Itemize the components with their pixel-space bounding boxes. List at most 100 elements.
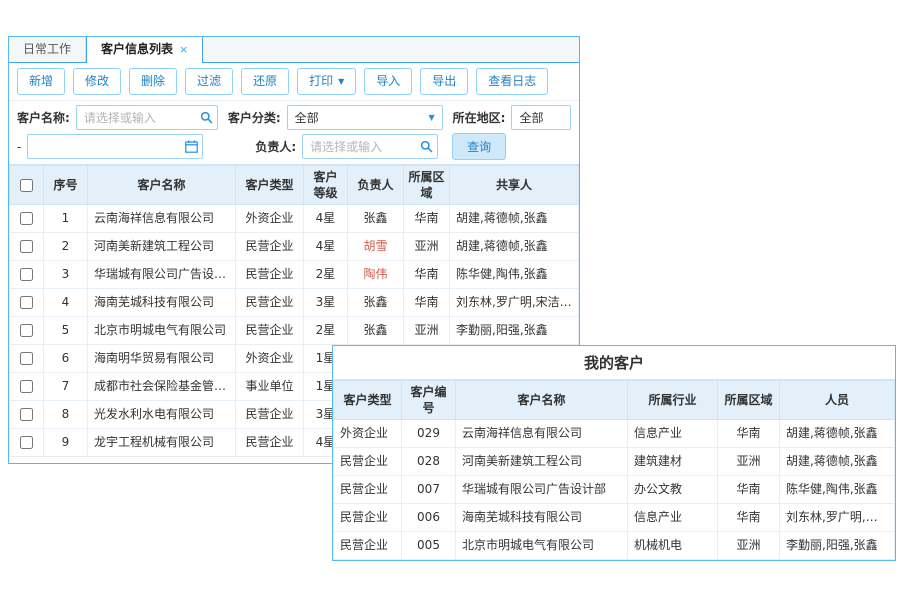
region-select[interactable]: 全部 <box>511 105 571 130</box>
customer-type-cell: 民营企业 <box>236 261 304 289</box>
query-button[interactable]: 查询 <box>452 133 506 160</box>
row-checkbox[interactable] <box>20 436 33 449</box>
row-select-cell <box>10 205 44 233</box>
import-button[interactable]: 导入 <box>364 68 412 95</box>
tab-customer-list[interactable]: 客户信息列表 × <box>86 37 203 63</box>
shared-people-cell: 李勤丽,阳强,张鑫 <box>450 317 579 345</box>
customer-name-link[interactable]: 华瑞城有限公司广告设计部 <box>88 261 236 289</box>
customer-type-cell: 外资企业 <box>334 420 402 448</box>
customer-name-link[interactable]: 光发水利水电有限公司 <box>88 401 236 429</box>
row-checkbox[interactable] <box>20 212 33 225</box>
my-customers-title: 我的客户 <box>333 346 895 380</box>
modify-button[interactable]: 修改 <box>73 68 121 95</box>
row-checkbox[interactable] <box>20 268 33 281</box>
customer-level-cell: 4星 <box>304 233 348 261</box>
search-icon[interactable] <box>420 140 433 153</box>
col-header-customer-code: 客户编号 <box>402 381 456 420</box>
row-checkbox[interactable] <box>20 352 33 365</box>
customer-name-link[interactable]: 河南美新建筑工程公司 <box>456 448 628 476</box>
owner-link[interactable]: 张鑫 <box>348 317 404 345</box>
row-checkbox[interactable] <box>20 240 33 253</box>
select-all-checkbox[interactable] <box>20 179 33 192</box>
category-select[interactable]: 全部 ▼ <box>287 105 443 130</box>
customer-code-link[interactable]: 028 <box>402 448 456 476</box>
calendar-icon[interactable] <box>185 140 198 153</box>
customer-name-link[interactable]: 北京市明城电气有限公司 <box>456 532 628 560</box>
owner-link[interactable]: 张鑫 <box>348 205 404 233</box>
filter-area: 客户名称: 客户分类: 全部 ▼ 所在地区: 全部 - 负责人: <box>9 101 579 165</box>
tab-daily-work[interactable]: 日常工作 <box>9 37 86 62</box>
category-label: 客户分类: <box>228 109 281 126</box>
shared-people-cell: 陈华健,陶伟,张鑫 <box>450 261 579 289</box>
customer-name-link[interactable]: 云南海祥信息有限公司 <box>456 420 628 448</box>
customer-name-link[interactable]: 河南美新建筑工程公司 <box>88 233 236 261</box>
region-select-value: 全部 <box>519 109 543 126</box>
button-label: 导入 <box>376 73 400 90</box>
export-button[interactable]: 导出 <box>420 68 468 95</box>
customer-code-link[interactable]: 007 <box>402 476 456 504</box>
region-cell: 亚洲 <box>718 532 780 560</box>
customer-name-link[interactable]: 海南明华贸易有限公司 <box>88 345 236 373</box>
row-checkbox[interactable] <box>20 324 33 337</box>
date-input-wrap <box>27 134 203 159</box>
row-checkbox[interactable] <box>20 296 33 309</box>
tab-customer-list-label: 客户信息列表 <box>101 42 173 56</box>
col-header-shared: 共享人 <box>450 166 579 205</box>
my-customers-table-body: 外资企业029云南海祥信息有限公司信息产业华南胡建,蒋德帧,张鑫民营企业028河… <box>334 420 895 560</box>
customer-type-cell: 外资企业 <box>236 205 304 233</box>
row-number-cell: 2 <box>44 233 88 261</box>
col-header-customer-name: 客户名称 <box>88 166 236 205</box>
customer-name-link[interactable]: 北京市明城电气有限公司 <box>88 317 236 345</box>
button-label: 修改 <box>85 73 109 90</box>
customer-name-link[interactable]: 海南芜城科技有限公司 <box>456 504 628 532</box>
customer-name-input[interactable] <box>76 105 218 130</box>
filter-row-1: 客户名称: 客户分类: 全部 ▼ 所在地区: 全部 <box>17 103 571 132</box>
customer-code-link[interactable]: 029 <box>402 420 456 448</box>
customer-type-cell: 民营企业 <box>334 476 402 504</box>
owner-link[interactable]: 胡雪 <box>348 233 404 261</box>
owner-link[interactable]: 张鑫 <box>348 289 404 317</box>
print-button[interactable]: 打印▼ <box>297 68 356 95</box>
customer-type-cell: 民营企业 <box>334 448 402 476</box>
search-icon[interactable] <box>200 111 213 124</box>
view-log-button[interactable]: 查看日志 <box>476 68 548 95</box>
customer-type-cell: 事业单位 <box>236 373 304 401</box>
people-cell: 李勤丽,阳强,张鑫 <box>780 532 895 560</box>
customer-code-link[interactable]: 006 <box>402 504 456 532</box>
date-input[interactable] <box>27 134 203 159</box>
col-header-owner: 负责人 <box>348 166 404 205</box>
customer-code-link[interactable]: 005 <box>402 532 456 560</box>
row-checkbox[interactable] <box>20 408 33 421</box>
industry-cell: 机械机电 <box>628 532 718 560</box>
filter-button[interactable]: 过滤 <box>185 68 233 95</box>
restore-button[interactable]: 还原 <box>241 68 289 95</box>
add-button[interactable]: 新增 <box>17 68 65 95</box>
table-row: 4海南芜城科技有限公司民营企业3星张鑫华南刘东林,罗广明,宋洁然,张鑫 <box>10 289 579 317</box>
customer-level-cell: 4星 <box>304 205 348 233</box>
customer-level-cell: 2星 <box>304 261 348 289</box>
customer-name-link[interactable]: 云南海祥信息有限公司 <box>88 205 236 233</box>
customer-name-link[interactable]: 海南芜城科技有限公司 <box>88 289 236 317</box>
region-label: 所在地区: <box>453 109 506 126</box>
industry-cell: 建筑建材 <box>628 448 718 476</box>
col-header-customer-name: 客户名称 <box>456 381 628 420</box>
button-label: 删除 <box>141 73 165 90</box>
owner-input[interactable] <box>302 134 438 159</box>
col-header-people: 人员 <box>780 381 895 420</box>
select-all-cell <box>10 166 44 205</box>
industry-cell: 信息产业 <box>628 504 718 532</box>
row-select-cell <box>10 261 44 289</box>
row-checkbox[interactable] <box>20 380 33 393</box>
customer-name-link[interactable]: 龙宇工程机械有限公司 <box>88 429 236 457</box>
customer-name-link[interactable]: 成都市社会保险基金管理... <box>88 373 236 401</box>
table-row: 5北京市明城电气有限公司民营企业2星张鑫亚洲李勤丽,阳强,张鑫 <box>10 317 579 345</box>
owner-link[interactable]: 陶伟 <box>348 261 404 289</box>
customer-name-label: 客户名称: <box>17 109 70 126</box>
customer-name-link[interactable]: 华瑞城有限公司广告设计部 <box>456 476 628 504</box>
customer-type-cell: 民营企业 <box>236 429 304 457</box>
delete-button[interactable]: 删除 <box>129 68 177 95</box>
region-cell: 华南 <box>718 476 780 504</box>
col-header-customer-level: 客户等级 <box>304 166 348 205</box>
tab-close-icon[interactable]: × <box>179 43 188 56</box>
tab-bar: 日常工作 客户信息列表 × <box>9 37 579 63</box>
